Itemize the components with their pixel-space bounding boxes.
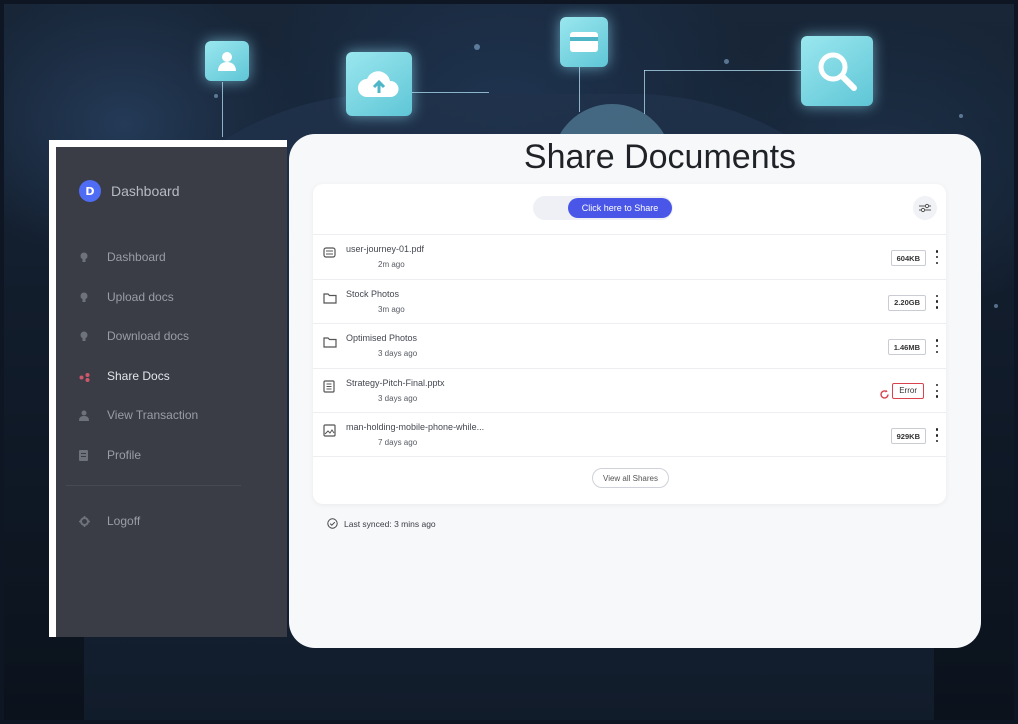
shares-card: Click here to Share user-journey-01.pdf … bbox=[313, 184, 946, 504]
check-circle-icon bbox=[327, 514, 338, 533]
folder-icon bbox=[323, 289, 337, 304]
file-time: 3m ago bbox=[378, 304, 405, 314]
pdf-icon bbox=[323, 244, 336, 258]
page-title: Share Documents bbox=[523, 138, 797, 176]
file-row[interactable]: Stock Photos 3m ago 2.20GB bbox=[313, 278, 946, 324]
file-list: user-journey-01.pdf 2m ago 604KB Stock P… bbox=[313, 234, 946, 457]
file-size-badge: 929KB bbox=[890, 428, 926, 445]
sidebar-item-label: Logoff bbox=[107, 514, 141, 528]
file-name: Stock Photos bbox=[346, 288, 400, 299]
bulb-icon bbox=[79, 292, 89, 302]
more-options-icon[interactable] bbox=[935, 339, 939, 354]
sidebar-item-label: Download docs bbox=[107, 329, 190, 344]
more-options-icon[interactable] bbox=[935, 428, 939, 443]
sidebar-item-share-docs[interactable]: Share Docs bbox=[79, 366, 279, 386]
user-icon bbox=[79, 410, 89, 422]
user-icon bbox=[205, 41, 249, 81]
share-toggle[interactable]: Click here to Share bbox=[533, 196, 673, 220]
bulb-icon bbox=[79, 331, 89, 342]
sidebar-item-label: Dashboard bbox=[107, 250, 166, 264]
brand-title: Dashboard bbox=[111, 183, 180, 199]
share-button[interactable]: Click here to Share bbox=[568, 198, 672, 218]
status-badge-error: Error bbox=[892, 382, 924, 399]
more-options-icon[interactable] bbox=[935, 250, 939, 264]
share-icon bbox=[79, 371, 90, 382]
view-all-shares-button[interactable]: View all Shares bbox=[592, 468, 669, 488]
file-time: 3 days ago bbox=[378, 349, 418, 359]
sidebar-item-profile[interactable]: Profile bbox=[79, 445, 279, 465]
sidebar-item-view-transaction[interactable]: View Transaction bbox=[79, 405, 279, 425]
sidebar-nav: Dashboard Upload docs Download docs Shar… bbox=[79, 247, 279, 485]
gear-icon bbox=[79, 516, 90, 527]
file-name: Strategy-Pitch-Final.pptx bbox=[346, 377, 445, 388]
credit-card-icon bbox=[560, 17, 608, 67]
sidebar: D Dashboard Dashboard Upload docs Downlo… bbox=[49, 140, 287, 637]
filter-button[interactable] bbox=[913, 196, 937, 220]
file-row[interactable]: Strategy-Pitch-Final.pptx 3 days ago Err… bbox=[313, 367, 946, 413]
file-name: Optimised Photos bbox=[346, 333, 418, 344]
retry-icon[interactable] bbox=[879, 385, 890, 399]
sidebar-item-label: View Transaction bbox=[107, 408, 199, 423]
file-size-badge: 1.46MB bbox=[887, 339, 926, 356]
file-size-badge: 2.20GB bbox=[888, 294, 926, 311]
document-icon bbox=[79, 449, 89, 461]
sidebar-item-dashboard[interactable]: Dashboard bbox=[79, 247, 279, 267]
more-options-icon[interactable] bbox=[935, 383, 939, 398]
image-icon bbox=[323, 422, 336, 437]
folder-icon bbox=[323, 333, 337, 348]
sidebar-item-logoff[interactable]: Logoff bbox=[79, 511, 140, 531]
file-name: man-holding-mobile-phone-while... bbox=[346, 422, 485, 433]
file-size-badge: 604KB bbox=[890, 250, 926, 266]
file-name: user-journey-01.pdf bbox=[346, 244, 425, 254]
brand[interactable]: D Dashboard bbox=[79, 180, 180, 202]
presentation-icon bbox=[323, 378, 336, 393]
sidebar-item-upload-docs[interactable]: Upload docs bbox=[79, 287, 279, 307]
sidebar-divider bbox=[66, 485, 241, 486]
sync-status-text: Last synced: 3 mins ago bbox=[344, 518, 436, 529]
sliders-icon bbox=[919, 203, 931, 213]
file-row[interactable]: man-holding-mobile-phone-while... 7 days… bbox=[313, 412, 946, 457]
file-time: 3 days ago bbox=[378, 393, 418, 403]
file-time: 7 days ago bbox=[378, 438, 418, 448]
magnifier-icon bbox=[801, 36, 873, 106]
sidebar-item-label: Share Docs bbox=[107, 368, 170, 383]
sidebar-item-label: Upload docs bbox=[107, 289, 174, 304]
sync-status: Last synced: 3 mins ago bbox=[327, 514, 436, 533]
cloud-upload-icon bbox=[346, 52, 412, 116]
sidebar-item-download-docs[interactable]: Download docs bbox=[79, 326, 279, 346]
more-options-icon[interactable] bbox=[935, 294, 939, 309]
bulb-icon bbox=[79, 252, 89, 262]
sidebar-item-label: Profile bbox=[107, 447, 142, 462]
file-row[interactable]: Optimised Photos 3 days ago 1.46MB bbox=[313, 323, 946, 368]
file-row[interactable]: user-journey-01.pdf 2m ago 604KB bbox=[313, 234, 946, 279]
logo-icon: D bbox=[79, 180, 101, 202]
file-time: 2m ago bbox=[378, 260, 405, 269]
